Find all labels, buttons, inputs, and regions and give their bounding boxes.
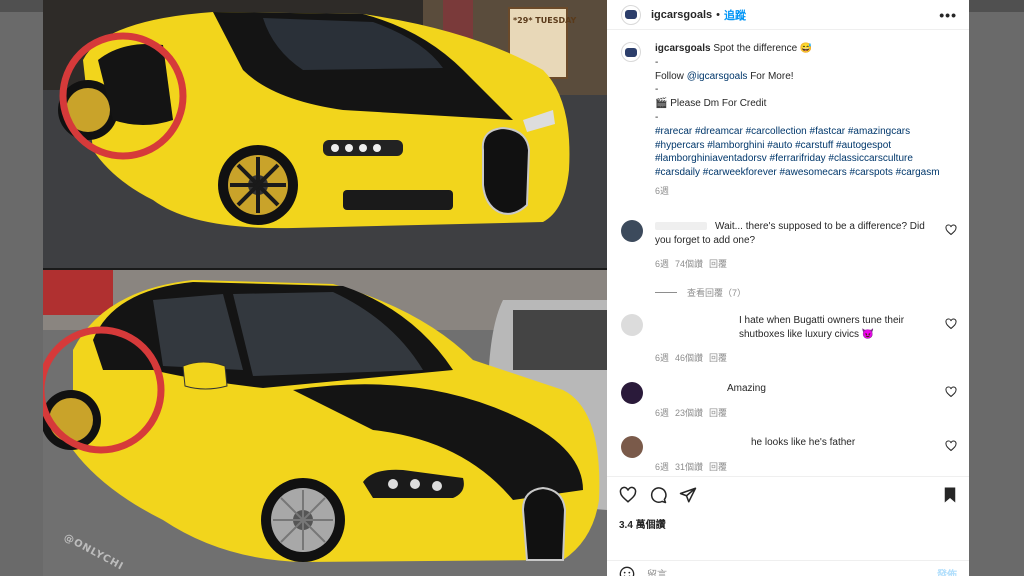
commenter-avatar[interactable] — [621, 314, 643, 336]
comment-reply-button[interactable]: 回覆 — [709, 462, 727, 472]
post-details-panel: igcarsgoals • 追蹤 ••• igcarsgoals Spot th… — [607, 0, 969, 576]
add-comment-bar: 留言…… 發佈 — [607, 560, 969, 576]
post-comment-button[interactable]: 發佈 — [937, 566, 957, 576]
comment-item: I hate when Bugatti owners tune their sh… — [621, 314, 961, 364]
photo-civic: @ONLYCHI — [43, 270, 607, 576]
likes-count[interactable]: 3.4 萬個讚 — [619, 516, 666, 531]
caption-mention-link[interactable]: @igcarsgoals — [687, 71, 748, 82]
post-header: igcarsgoals • 追蹤 ••• — [607, 0, 969, 30]
like-heart-icon[interactable] — [619, 486, 637, 504]
header-separator: • — [716, 8, 720, 21]
author-avatar[interactable] — [621, 4, 641, 25]
caption-hashtags[interactable]: #rarecar #dreamcar #carcollection #fastc… — [655, 125, 957, 180]
caption-follow-prefix: Follow — [655, 70, 687, 82]
comment-time[interactable]: 6週 — [655, 408, 669, 418]
view-replies-button[interactable]: 查看回覆（7） — [655, 286, 746, 299]
emoji-smile-icon[interactable] — [619, 566, 635, 576]
post-media[interactable]: *29* TUESDAY @ONLYCHI — [43, 0, 607, 576]
add-comment-input[interactable]: 留言…… — [647, 566, 687, 576]
comment-reply-button[interactable]: 回覆 — [709, 353, 727, 363]
view-replies-label: 查看回覆（7） — [687, 288, 747, 298]
comment-time[interactable]: 6週 — [655, 462, 669, 472]
commenter-avatar[interactable] — [621, 382, 643, 404]
heart-icon[interactable] — [945, 386, 957, 398]
comment-likes[interactable]: 31個讚 — [675, 462, 703, 472]
comment-reply-button[interactable]: 回覆 — [709, 408, 727, 418]
sign-text: *29* TUESDAY — [513, 16, 577, 25]
post-actions: 3.4 萬個讚 留言…… 發佈 — [607, 476, 969, 576]
caption-username[interactable]: igcarsgoals — [655, 43, 711, 54]
heart-icon[interactable] — [945, 224, 957, 236]
comment-text: Amazing — [727, 383, 766, 394]
comment-item: Amazing 6週 23個讚 回覆 — [621, 382, 961, 419]
comment-reply-button[interactable]: 回覆 — [709, 259, 727, 269]
heart-icon[interactable] — [945, 440, 957, 452]
heart-icon[interactable] — [945, 318, 957, 330]
follow-button[interactable]: 追蹤 — [724, 7, 746, 23]
commenter-avatar[interactable] — [621, 436, 643, 458]
comment-likes[interactable]: 46個讚 — [675, 353, 703, 363]
caption-dash: - — [655, 84, 659, 96]
bookmark-icon[interactable] — [941, 486, 959, 504]
comment-item: he looks like he's father 6週 31個讚 回覆 — [621, 436, 961, 473]
caption-avatar[interactable] — [621, 42, 641, 62]
comment-bubble-icon[interactable] — [649, 486, 667, 504]
comment-text: he looks like he's father — [751, 437, 856, 448]
comment-text: I hate when Bugatti owners tune their sh… — [739, 315, 905, 340]
comment-time[interactable]: 6週 — [655, 259, 669, 269]
commenter-avatar[interactable] — [621, 220, 643, 242]
commenter-username-redacted[interactable] — [655, 222, 707, 231]
caption-dash: - — [655, 111, 659, 123]
comment-item: Wait... there's supposed to be a differe… — [621, 220, 961, 270]
photo-bugatti: *29* TUESDAY — [43, 0, 607, 268]
comment-time[interactable]: 6週 — [655, 353, 669, 363]
caption-text: Spot the difference 😅 — [713, 43, 813, 54]
share-send-icon[interactable] — [679, 486, 697, 504]
caption-time[interactable]: 6週 — [655, 186, 669, 196]
comment-likes[interactable]: 23個讚 — [675, 408, 703, 418]
more-options-icon[interactable]: ••• — [939, 7, 957, 23]
author-username[interactable]: igcarsgoals — [651, 9, 712, 21]
caption-dash: - — [655, 56, 659, 68]
comment-likes[interactable]: 74個讚 — [675, 259, 703, 269]
caption-follow-suffix: For More! — [747, 70, 794, 82]
post-caption: igcarsgoals Spot the difference 😅 - Foll… — [621, 42, 957, 199]
caption-credit: 🎬 Please Dm For Credit — [655, 98, 767, 110]
